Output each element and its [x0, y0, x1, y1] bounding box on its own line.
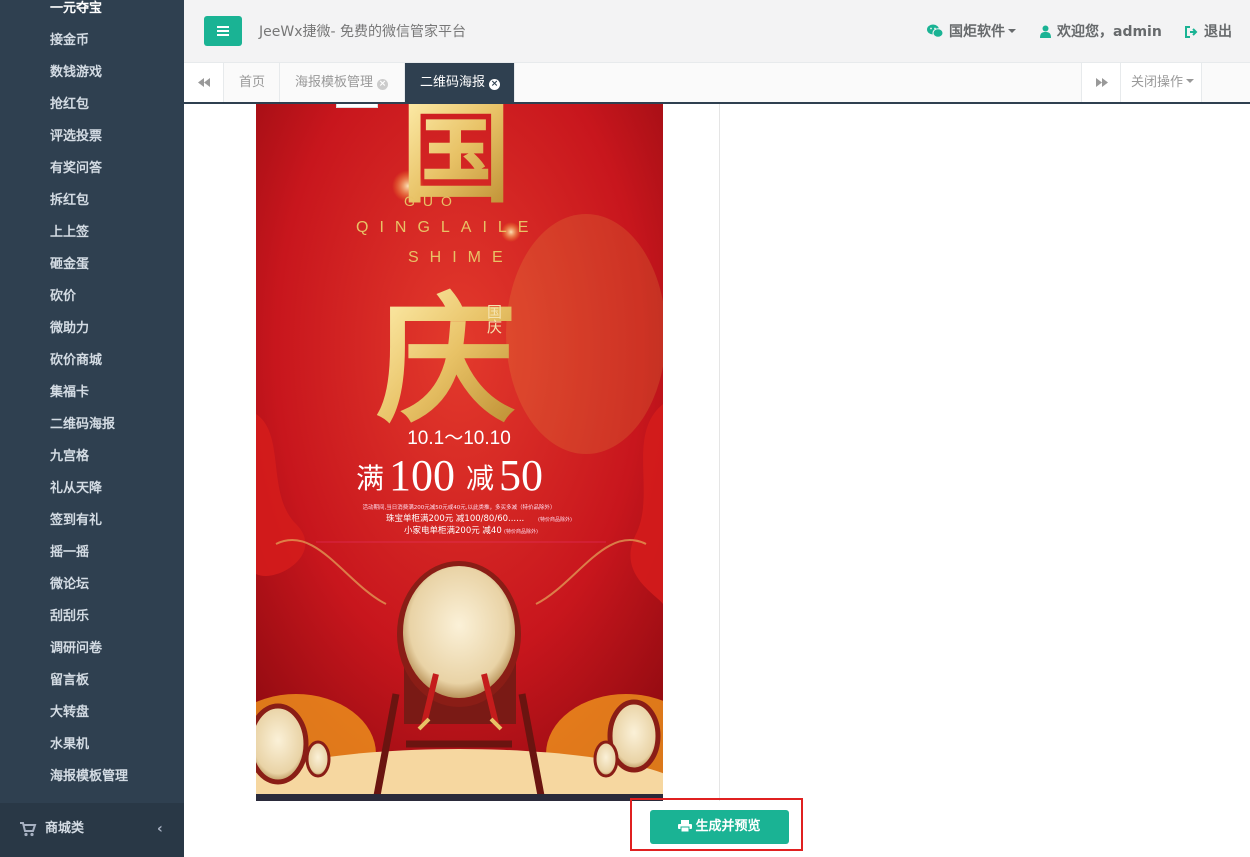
poster-date: 10.1～10.10 [407, 428, 511, 449]
company-label: 国炬软件 [949, 24, 1005, 40]
sidebar-item-shake[interactable]: 摇一摇 [0, 537, 184, 569]
sidebar-item-fortune-card[interactable]: 集福卡 [0, 377, 184, 409]
sidebar-item-bargain[interactable]: 砍价 [0, 281, 184, 313]
poster-promo-prefix: 满 [356, 462, 384, 495]
print-icon [678, 820, 693, 833]
close-tab-icon[interactable]: × [377, 79, 389, 90]
poster-fineprint: 活动期间,当日消费满200元减50元或40元,以此类推，多买多减（特价品除外） [363, 503, 556, 511]
poster-pinyin: QINGLAILE [356, 219, 539, 236]
sidebar-item-wheel[interactable]: 大转盘 [0, 697, 184, 729]
sidebar-item-survey[interactable]: 调研问卷 [0, 633, 184, 665]
caret-down-icon [1186, 79, 1195, 83]
sidebar-item-open-redpacket[interactable]: 拆红包 [0, 185, 184, 217]
generate-preview-button[interactable]: 生成并预览 [650, 810, 789, 844]
sidebar-item-fruit-machine[interactable]: 水果机 [0, 729, 184, 761]
welcome-text: 欢迎您，admin [1057, 24, 1162, 40]
poster-offer-line: 珠宝单柜满200元 减100/80/60...... [386, 513, 524, 524]
sidebar-item-poster-templates[interactable]: 海报模板管理 [0, 761, 184, 793]
poster-pinyin: GUO [404, 193, 460, 209]
site-title: JeeWx捷微- 免费的微信管家平台 [259, 24, 466, 40]
tab-label: 二维码海报 [420, 75, 486, 90]
sidebar: 一元夺宝 接金币 数钱游戏 抢红包 评选投票 有奖问答 拆红包 上上签 砸金蛋 … [0, 0, 184, 857]
user-icon [1040, 25, 1051, 38]
sidebar-item-grab-redpacket[interactable]: 抢红包 [0, 89, 184, 121]
sidebar-item-count-money[interactable]: 数钱游戏 [0, 57, 184, 89]
sidebar-item-golden-egg[interactable]: 砸金蛋 [0, 249, 184, 281]
tab-scroll-right-button[interactable] [1081, 63, 1121, 102]
sign-out-icon [1185, 26, 1198, 38]
poster-pinyin: SHIME [408, 249, 514, 266]
company-dropdown[interactable]: 国炬软件 [927, 20, 1016, 44]
sidebar-item-bargain-mall[interactable]: 砍价商城 [0, 345, 184, 377]
tab-poster-templates[interactable]: 海报模板管理 × [280, 63, 405, 102]
menu-toggle-button[interactable] [204, 16, 242, 46]
backward-icon [198, 78, 210, 87]
hamburger-icon-bar [217, 30, 229, 32]
sidebar-item-vote[interactable]: 评选投票 [0, 121, 184, 153]
tab-scroll-left-button[interactable] [184, 63, 224, 102]
top-header: JeeWx捷微- 免费的微信管家平台 国炬软件 欢迎您，admin 退出 [184, 0, 1250, 63]
poster-bottom-edge [256, 794, 663, 801]
poster-promo-discount: 50 [499, 451, 543, 500]
sidebar-item-nine-grid[interactable]: 九宫格 [0, 441, 184, 473]
sidebar-category-mall[interactable]: 商城类 ‹ [0, 803, 184, 857]
sidebar-menu: 一元夺宝 接金币 数钱游戏 抢红包 评选投票 有奖问答 拆红包 上上签 砸金蛋 … [0, 0, 184, 793]
chevron-left-icon: ‹ [157, 821, 163, 837]
close-ops-label: 关闭操作 [1131, 75, 1184, 90]
tab-label: 首页 [239, 75, 266, 90]
sidebar-item-message-board[interactable]: 留言板 [0, 665, 184, 697]
poster-promo-amount: 100 [389, 451, 455, 500]
tab-label: 海报模板管理 [295, 75, 374, 90]
close-tab-icon[interactable]: × [489, 79, 501, 90]
sidebar-item-duobao[interactable]: 一元夺宝 [0, 0, 184, 25]
poster-label-strip [336, 104, 378, 108]
tab-home[interactable]: 首页 [224, 63, 280, 102]
sidebar-item-forum[interactable]: 微论坛 [0, 569, 184, 601]
poster-small-label: 国庆 [485, 304, 503, 334]
main-content: 国 GUO QINGLAILE SHIME 庆 国庆 10.1～10.10 满 … [184, 104, 1250, 857]
hamburger-icon-bar [217, 34, 229, 36]
sidebar-item-lucky-draw[interactable]: 上上签 [0, 217, 184, 249]
panel-divider [719, 104, 720, 801]
close-operations-dropdown[interactable]: 关闭操作 [1121, 63, 1202, 102]
sidebar-item-gift-rain[interactable]: 礼从天降 [0, 473, 184, 505]
sidebar-item-catch-coins[interactable]: 接金币 [0, 25, 184, 57]
hamburger-icon-bar [217, 26, 229, 28]
poster-offer-line: 小家电单柜满200元 减40 [404, 525, 502, 536]
caret-down-icon [1008, 29, 1016, 33]
forward-icon [1096, 78, 1108, 87]
sidebar-item-scratch[interactable]: 刮刮乐 [0, 601, 184, 633]
sidebar-item-assist[interactable]: 微助力 [0, 313, 184, 345]
tab-bar: 首页 海报模板管理 × 二维码海报 × 关闭操作 [184, 63, 1250, 104]
poster-offer-note: (特价商品除外) [504, 528, 538, 535]
poster-offer-note: (特价商品除外) [538, 516, 572, 523]
logout-label: 退出 [1204, 24, 1232, 40]
sidebar-item-qrcode-poster[interactable]: 二维码海报 [0, 409, 184, 441]
sidebar-category-label: 商城类 [45, 821, 85, 836]
logout-button[interactable]: 退出 [1185, 20, 1232, 44]
wechat-icon [927, 24, 944, 38]
tab-qrcode-poster[interactable]: 二维码海报 × [405, 63, 515, 102]
cart-icon [20, 822, 37, 837]
sidebar-item-quiz[interactable]: 有奖问答 [0, 153, 184, 185]
sidebar-item-signin[interactable]: 签到有礼 [0, 505, 184, 537]
user-welcome[interactable]: 欢迎您，admin [1040, 20, 1162, 44]
national-day-poster: 国 GUO QINGLAILE SHIME 庆 国庆 10.1～10.10 满 … [256, 104, 663, 801]
generate-preview-label: 生成并预览 [695, 819, 761, 834]
poster-promo-mid: 减 [466, 462, 494, 495]
poster-image: 国 GUO QINGLAILE SHIME 庆 国庆 10.1～10.10 满 … [256, 104, 663, 801]
